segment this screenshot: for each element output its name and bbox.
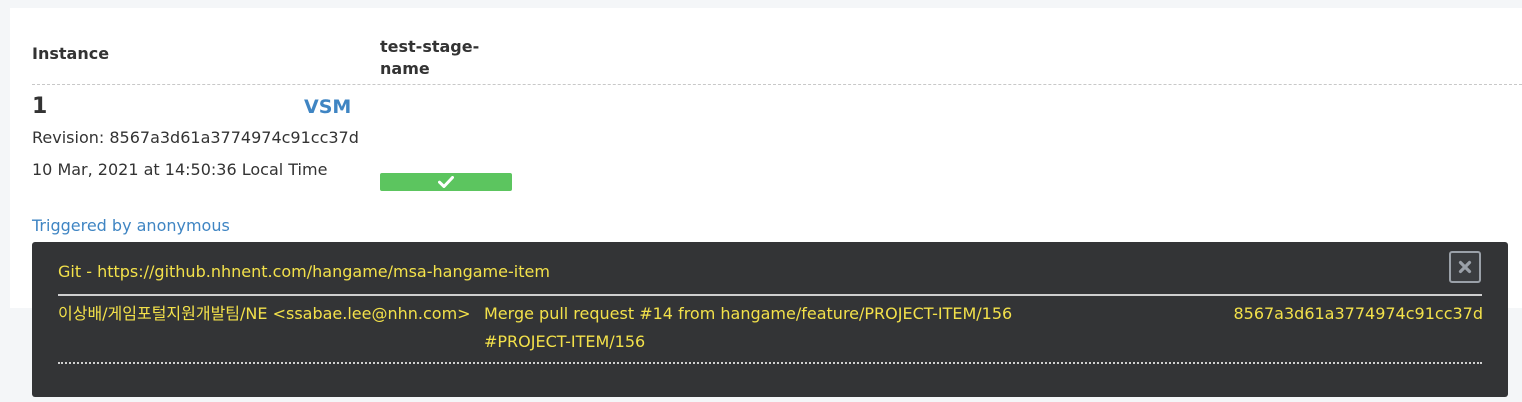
- instance-timestamp: 10 Mar, 2021 at 14:50:36 Local Time: [32, 160, 328, 179]
- material-changes-popup: Git - https://github.nhnent.com/hangame/…: [32, 242, 1508, 397]
- triggered-by-link[interactable]: Triggered by anonymous: [32, 216, 230, 235]
- instance-revision: Revision: 8567a3d61a3774974c91cc37d: [32, 128, 359, 147]
- stage-status-bar[interactable]: [380, 173, 512, 191]
- popup-divider: [58, 294, 1482, 296]
- check-icon: [438, 176, 454, 188]
- close-icon: [1458, 260, 1472, 274]
- commit-revision: 8567a3d61a3774974c91cc37d: [1233, 304, 1483, 323]
- stage-column-header: test-stage-name: [380, 37, 480, 78]
- instance-counter: 1: [32, 94, 48, 119]
- instance-column-header: Instance: [32, 44, 110, 63]
- close-button[interactable]: [1449, 251, 1481, 283]
- header-divider: [32, 84, 1522, 85]
- material-title: Git - https://github.nhnent.com/hangame/…: [58, 262, 550, 281]
- vsm-link[interactable]: VSM: [304, 96, 351, 118]
- commit-author: 이상배/게임포털지원개발팀/NE <ssabae.lee@nhn.com>: [58, 304, 471, 323]
- commit-message: Merge pull request #14 from hangame/feat…: [484, 304, 1013, 351]
- popup-dotted-divider: [58, 362, 1482, 364]
